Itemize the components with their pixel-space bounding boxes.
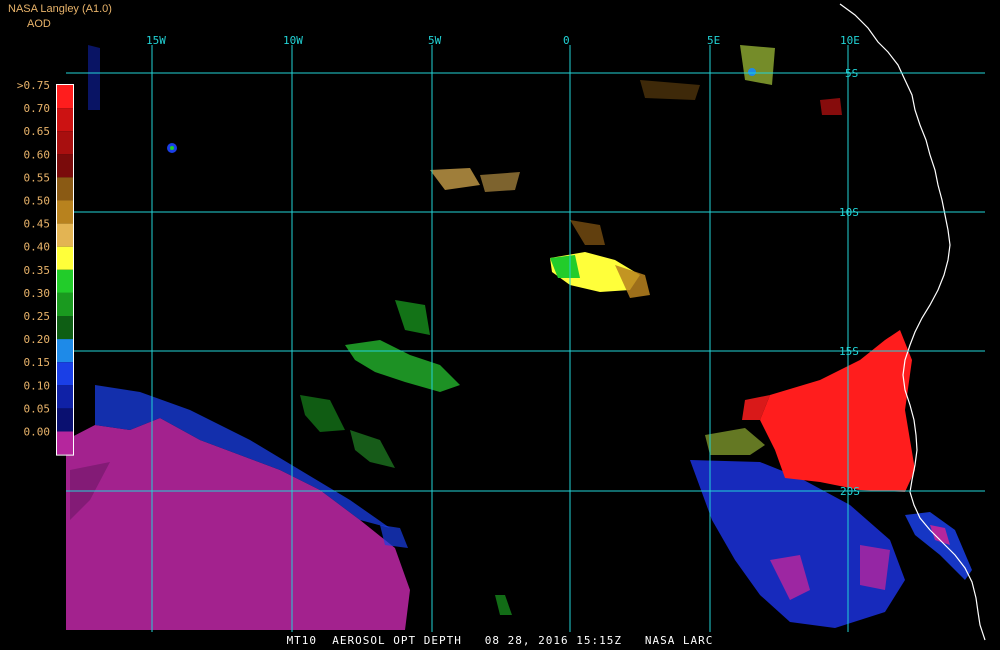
legend-tick-label: 0.60 bbox=[24, 148, 51, 161]
lon-label-5w: 5W bbox=[428, 34, 442, 47]
legend-swatch bbox=[57, 85, 73, 109]
legend-swatch bbox=[57, 108, 73, 132]
legend-tick-label: 0.25 bbox=[24, 310, 51, 323]
legend-swatch bbox=[57, 177, 73, 201]
legend-tick-label: >0.75 bbox=[17, 79, 50, 92]
legend-swatch bbox=[57, 154, 73, 178]
legend-tick-label: 0.15 bbox=[24, 356, 51, 369]
aod-imagery bbox=[66, 45, 972, 630]
legend-swatch bbox=[57, 362, 73, 386]
lon-label-10e: 10E bbox=[840, 34, 860, 47]
lon-label-0: 0 bbox=[563, 34, 570, 47]
legend-tick-label: 0.50 bbox=[24, 195, 51, 208]
legend-swatch bbox=[57, 223, 73, 247]
lat-label-5s: 5S bbox=[845, 67, 858, 80]
aod-map: 15W 10W 5W 0 5E 10E 5S 10S 15S 20S >0.75… bbox=[17, 3, 986, 641]
legend-tick-label: 0.45 bbox=[24, 218, 51, 231]
lon-label-15w: 15W bbox=[146, 34, 166, 47]
legend-swatch bbox=[57, 431, 73, 455]
lat-label-20s: 20S bbox=[840, 485, 860, 498]
lat-label-15s: 15S bbox=[839, 345, 859, 358]
legend-tick-label: 0.65 bbox=[24, 125, 51, 138]
legend-tick-label: 0.35 bbox=[24, 264, 51, 277]
legend-swatch bbox=[57, 385, 73, 409]
longitude-labels: 15W 10W 5W 0 5E 10E bbox=[146, 34, 860, 47]
legend-swatch bbox=[57, 200, 73, 224]
product-title: NASA Langley (A1.0) bbox=[8, 3, 112, 15]
legend-swatch bbox=[57, 246, 73, 270]
legend-tick-label: 0.20 bbox=[24, 333, 51, 346]
legend-tick-label: 0.40 bbox=[24, 241, 51, 254]
lon-label-5e: 5E bbox=[707, 34, 720, 47]
legend-tick-label: 0.00 bbox=[24, 426, 51, 439]
image-caption: MT10 AEROSOL OPT DEPTH 08 28, 2016 15:15… bbox=[286, 634, 714, 647]
legend-tick-label: 0.05 bbox=[24, 402, 51, 415]
legend-swatch bbox=[57, 408, 73, 432]
product-subtitle: AOD bbox=[27, 18, 51, 30]
legend-swatch bbox=[57, 131, 73, 155]
legend-tick-label: 0.10 bbox=[24, 379, 51, 392]
lon-label-10w: 10W bbox=[283, 34, 303, 47]
legend-swatch bbox=[57, 316, 73, 340]
legend-swatch bbox=[57, 339, 73, 363]
legend-tick-label: 0.55 bbox=[24, 171, 51, 184]
legend-swatch bbox=[57, 292, 73, 316]
legend-tick-label: 0.70 bbox=[24, 102, 51, 115]
legend-swatch bbox=[57, 269, 73, 293]
aod-color-legend: >0.75 0.70 0.65 0.60 0.55 0.50 0.45 0.40 0.35 0.3… bbox=[17, 79, 74, 456]
lat-label-10s: 10S bbox=[839, 206, 859, 219]
legend-tick-label: 0.30 bbox=[24, 287, 51, 300]
